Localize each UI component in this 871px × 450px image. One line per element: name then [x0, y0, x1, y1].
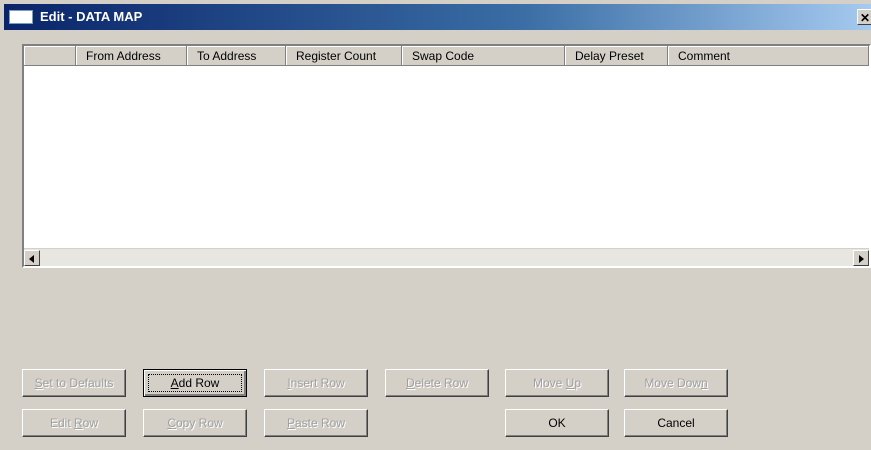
column-header-swap-code[interactable]: Swap Code	[402, 46, 565, 66]
edit-row-accel: R	[74, 416, 83, 430]
data-map-grid[interactable]: From Address To Address Register Count S…	[22, 44, 871, 268]
column-header-row-selector[interactable]	[24, 46, 76, 66]
cancel-button[interactable]: Cancel	[624, 409, 728, 437]
add-row-button[interactable]: Add Row	[143, 369, 247, 397]
close-icon: ✕	[859, 11, 871, 25]
set-to-defaults-label: et to Defaults	[42, 376, 114, 390]
paste-row-accel: P	[286, 416, 295, 430]
insert-row-button[interactable]: Insert Row	[264, 369, 368, 397]
column-header-register-count[interactable]: Register Count	[286, 46, 402, 66]
close-button[interactable]: ✕	[857, 9, 871, 25]
scroll-left-button[interactable]	[24, 250, 40, 266]
scroll-right-button[interactable]	[853, 250, 869, 266]
column-header-comment[interactable]: Comment	[668, 46, 869, 66]
column-header-delay-preset[interactable]: Delay Preset	[565, 46, 668, 66]
window-icon	[9, 10, 33, 24]
move-up-label-rest: p	[574, 376, 582, 390]
edit-row-label-rest: ow	[82, 416, 99, 430]
copy-row-label: opy Row	[175, 416, 223, 430]
move-down-accel: n	[701, 376, 708, 390]
ok-label: OK	[548, 416, 566, 430]
arrow-right-icon	[859, 255, 864, 263]
delete-row-accel: D	[405, 376, 415, 390]
delete-row-label: elete Row	[414, 376, 469, 390]
focus-rectangle	[148, 374, 242, 392]
paste-row-label: aste Row	[294, 416, 346, 430]
move-down-button[interactable]: Move Down	[624, 369, 728, 397]
move-down-label-pre: Move Dow	[644, 376, 701, 390]
edit-row-button[interactable]: Edit Row	[22, 409, 126, 437]
paste-row-button[interactable]: Paste Row	[264, 409, 368, 437]
column-header-from-address[interactable]: From Address	[76, 46, 187, 66]
copy-row-button[interactable]: Copy Row	[143, 409, 247, 437]
edit-row-label-pre: Edit	[49, 416, 74, 430]
ok-button[interactable]: OK	[505, 409, 609, 437]
arrow-left-icon	[29, 255, 34, 263]
move-up-label-pre: Move	[532, 376, 566, 390]
move-up-button[interactable]: Move Up	[505, 369, 609, 397]
column-header-to-address[interactable]: To Address	[187, 46, 286, 66]
grid-header: From Address To Address Register Count S…	[24, 46, 869, 66]
horizontal-scrollbar[interactable]	[24, 248, 869, 266]
delete-row-button[interactable]: Delete Row	[385, 369, 489, 397]
copy-row-accel: C	[167, 416, 176, 430]
window-title: Edit - DATA MAP	[40, 9, 143, 24]
set-to-defaults-accel: S	[34, 376, 43, 390]
set-to-defaults-button[interactable]: Set to Defaults	[22, 369, 126, 397]
title-bar[interactable]: Edit - DATA MAP ✕	[4, 4, 871, 30]
insert-row-label: nsert Row	[290, 376, 345, 390]
edit-data-map-dialog: Edit - DATA MAP ✕ From Address To Addres…	[0, 0, 871, 450]
cancel-label: Cancel	[657, 416, 695, 430]
